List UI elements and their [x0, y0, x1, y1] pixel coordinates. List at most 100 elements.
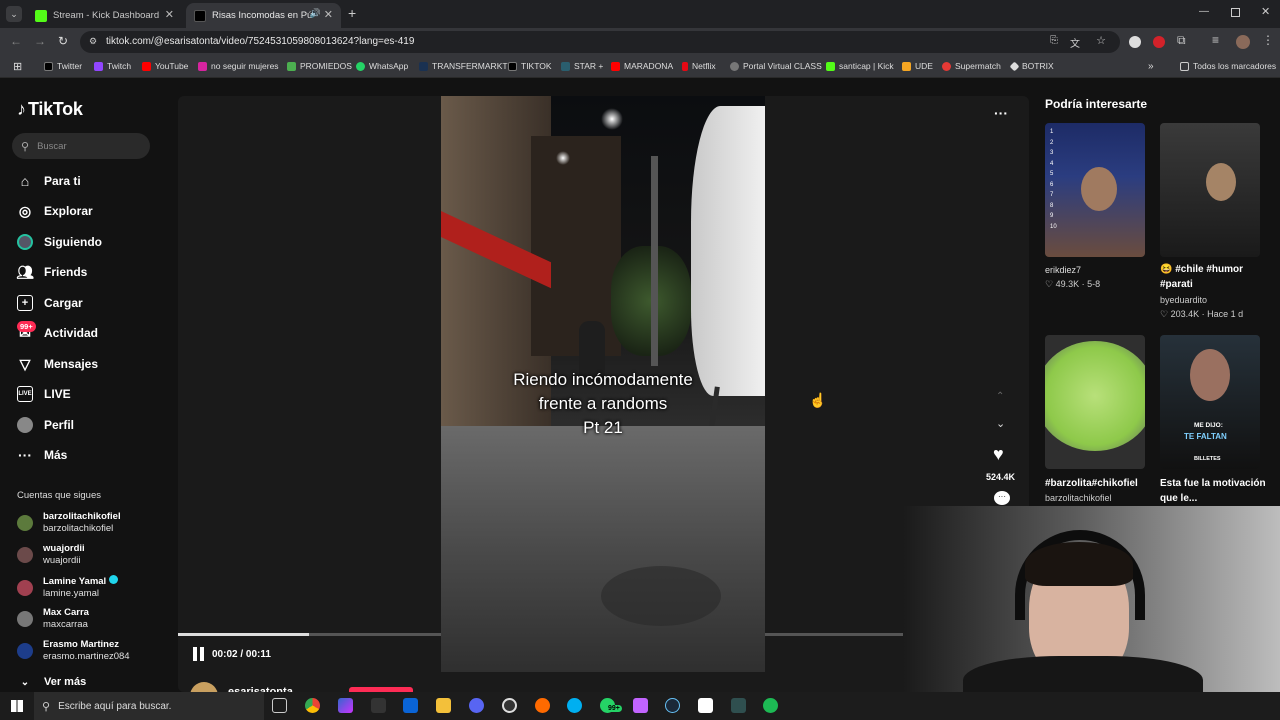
chrome-icon[interactable]: [305, 698, 320, 713]
tiktok-logo[interactable]: ♪ TikTok: [17, 99, 83, 120]
bookmark-netflix[interactable]: Netflix: [682, 61, 716, 71]
star-icon[interactable]: ☆: [1096, 34, 1106, 47]
suggestion-thumbnail[interactable]: ME DIJO: TE FALTAN BILLETES: [1160, 335, 1260, 469]
speaker-icon[interactable]: 🔊: [310, 8, 321, 19]
tab-tiktok-video[interactable]: Risas Incomodas en Públicc 🔊 ✕: [186, 3, 341, 28]
outlook-icon[interactable]: [403, 698, 418, 713]
bookmark-maradona[interactable]: MARADONA: [611, 61, 673, 71]
thumb-text: ME DIJO:: [1194, 422, 1223, 429]
nav-explorar[interactable]: ◎ Explorar: [17, 203, 93, 219]
chevron-up-icon[interactable]: ⌃: [996, 391, 1004, 402]
spotify-icon[interactable]: [763, 698, 778, 713]
upload-icon: +: [17, 295, 33, 311]
app-icon[interactable]: [633, 698, 648, 713]
following-account[interactable]: wuajordii wuajordii: [17, 543, 85, 567]
nav-mas[interactable]: ··· Más: [17, 447, 67, 463]
apps-icon[interactable]: ⊞: [13, 60, 22, 73]
obs-icon[interactable]: [502, 698, 517, 713]
new-tab-button[interactable]: +: [348, 5, 356, 21]
nav-cargar[interactable]: + Cargar: [17, 295, 83, 311]
chevron-down-icon: ⌄: [20, 676, 30, 688]
install-icon[interactable]: ⎘: [1050, 35, 1058, 46]
all-bookmarks[interactable]: Todos los marcadores: [1180, 61, 1276, 71]
close-icon[interactable]: ✕: [165, 8, 174, 21]
following-account[interactable]: Erasmo Martinez erasmo.martinez084: [17, 639, 130, 663]
bookmark-twitter[interactable]: Twitter: [44, 61, 82, 71]
following-account[interactable]: barzolitachikofiel barzolitachikofiel: [17, 511, 121, 535]
bookmark-whatsapp[interactable]: WhatsApp: [356, 61, 408, 71]
bookmark-promiedos[interactable]: PROMIEDOS: [287, 61, 352, 71]
pause-button[interactable]: [193, 647, 204, 661]
more-options-icon[interactable]: ···: [994, 105, 1008, 121]
minimize-icon[interactable]: —: [1199, 6, 1209, 17]
address-bar[interactable]: ⚙ tiktok.com/@esarisatonta/video/7524531…: [80, 31, 1120, 53]
app-icon[interactable]: [731, 698, 746, 713]
site-info-icon[interactable]: ⚙: [89, 36, 97, 47]
discord-icon[interactable]: [469, 698, 484, 713]
following-account[interactable]: Lamine Yamal lamine.yamal: [17, 575, 118, 600]
copilot-icon[interactable]: [338, 698, 353, 713]
nav-siguiendo[interactable]: Siguiendo: [17, 234, 102, 250]
taskbar-search[interactable]: ⚲ Escribe aquí para buscar.: [34, 692, 264, 720]
capcut-icon[interactable]: [698, 698, 713, 713]
back-icon[interactable]: ←: [10, 34, 22, 48]
chevron-down-icon[interactable]: ⌄: [996, 417, 1005, 430]
tab-search-button[interactable]: ⌄: [6, 6, 22, 22]
twitch-icon: [94, 61, 103, 71]
nav-friends[interactable]: 👥︎ Friends: [16, 264, 87, 280]
more-bookmarks-icon[interactable]: »: [1148, 61, 1154, 72]
nav-mensajes[interactable]: ▽ Mensajes: [17, 356, 98, 372]
like-button[interactable]: ♥: [993, 444, 1004, 465]
bookmark-botrix[interactable]: BOTRIX: [1009, 61, 1054, 71]
suggestion-title[interactable]: #barzolita#chikofiel: [1045, 476, 1155, 491]
task-view-icon[interactable]: [272, 698, 287, 713]
steam-icon[interactable]: [665, 698, 680, 713]
bookmark-twitch[interactable]: Twitch: [94, 61, 131, 71]
forward-icon[interactable]: →: [34, 34, 46, 48]
media-icon[interactable]: ≡: [1212, 33, 1219, 47]
bookmark-portal-class[interactable]: Portal Virtual CLASS: [730, 61, 822, 71]
nav-para-ti[interactable]: ⌂ Para ti: [17, 173, 81, 189]
extension-icon[interactable]: [1153, 36, 1165, 48]
puzzle-icon[interactable]: ⧉: [1177, 33, 1186, 48]
close-icon[interactable]: ✕: [324, 8, 333, 21]
suggestion-author[interactable]: barzolitachikofiel: [1045, 493, 1112, 503]
windows-start-icon[interactable]: [11, 700, 23, 712]
file-explorer-icon[interactable]: [436, 698, 451, 713]
comment-icon[interactable]: ···: [994, 491, 1010, 505]
suggestion-author[interactable]: erikdiez7: [1045, 265, 1081, 275]
suggestion-thumbnail[interactable]: 1 2 3 4 5 6 7 8 9 10: [1045, 123, 1145, 257]
bookmark-kick[interactable]: santicap | Kick: [826, 61, 894, 71]
following-account[interactable]: Max Carra maxcarraa: [17, 607, 89, 631]
epic-games-icon[interactable]: [371, 698, 386, 713]
bookmark-transfermarkt[interactable]: TRANSFERMARKT: [419, 61, 508, 71]
bookmark-star[interactable]: STAR +: [561, 61, 603, 71]
close-window-icon[interactable]: ✕: [1261, 5, 1270, 18]
nav-live[interactable]: LIVE LIVE: [17, 386, 71, 402]
suggestion-title[interactable]: 😆 #chile #humor #parati: [1160, 262, 1270, 292]
see-more-button[interactable]: ⌄ Ver más: [17, 674, 86, 690]
bookmark-supermatch[interactable]: Supermatch: [942, 61, 1001, 71]
tab-kick-dashboard[interactable]: Stream - Kick Dashboard ✕: [27, 3, 182, 28]
extension-icon[interactable]: [1129, 36, 1141, 48]
suggestion-title[interactable]: Esta fue la motivación que le...: [1160, 476, 1270, 506]
skype-icon[interactable]: [567, 698, 582, 713]
bookmark-tiktok[interactable]: TIKTOK: [508, 61, 552, 71]
video-frame[interactable]: Riendo incómodamente frente a randoms Pt…: [441, 96, 765, 672]
restore-icon[interactable]: [1231, 8, 1240, 17]
app-icon[interactable]: [535, 698, 550, 713]
reload-icon[interactable]: ↻: [58, 34, 68, 48]
bookmarks-bar: ⊞ Twitter Twitch YouTube no seguir mujer…: [0, 56, 1280, 78]
suggestion-thumbnail[interactable]: [1160, 123, 1260, 257]
hoodie: [963, 656, 1203, 692]
nav-perfil[interactable]: Perfil: [17, 417, 74, 433]
suggestion-author[interactable]: byeduardito: [1160, 295, 1207, 305]
bookmark-ude[interactable]: UDE: [902, 61, 933, 71]
avatar[interactable]: [1236, 35, 1250, 49]
bookmark-instagram[interactable]: no seguir mujeres: [198, 61, 279, 71]
suggestion-thumbnail[interactable]: [1045, 335, 1145, 469]
bookmark-youtube[interactable]: YouTube: [142, 61, 188, 71]
translate-icon[interactable]: 文: [1070, 35, 1080, 50]
menu-icon[interactable]: ⋮: [1262, 33, 1274, 47]
search-box[interactable]: ⚲ Buscar: [12, 133, 150, 159]
